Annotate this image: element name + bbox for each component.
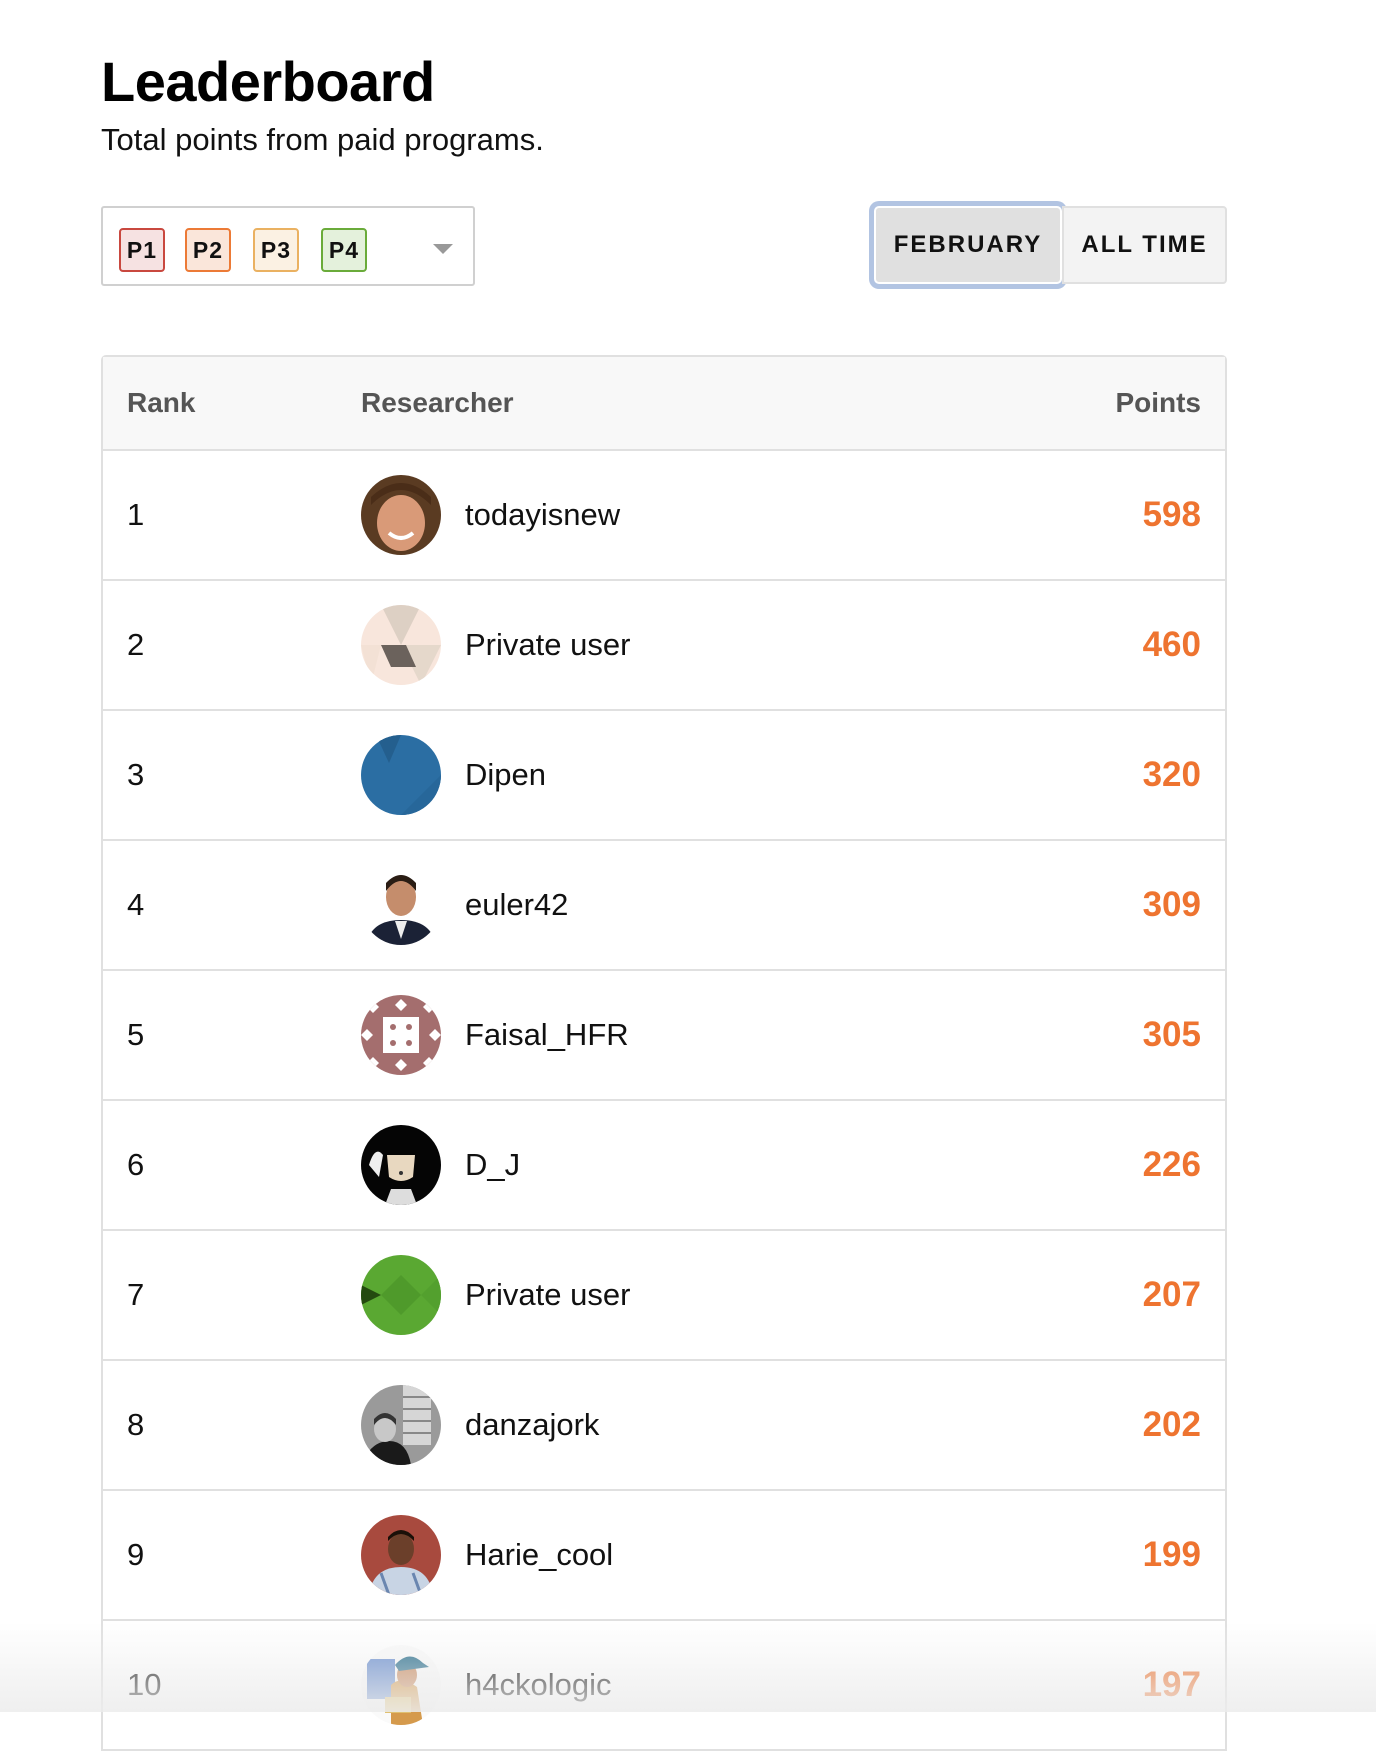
severity-pill-p1[interactable]: P1	[119, 228, 165, 272]
points-value: 320	[1142, 755, 1201, 794]
points-value: 207	[1142, 1275, 1201, 1314]
rank-cell: 3	[127, 757, 145, 792]
avatar[interactable]	[361, 605, 441, 685]
rank-cell: 7	[127, 1277, 145, 1312]
points-value: 305	[1142, 1015, 1201, 1054]
table-row: 10 h4ckologic 197	[103, 1621, 1225, 1751]
february-button[interactable]: FEBRUARY	[874, 206, 1062, 284]
points-value: 309	[1142, 885, 1201, 924]
rank-cell: 6	[127, 1147, 145, 1182]
table-row: 7 Private user 207	[103, 1231, 1225, 1361]
table-row: 3 Dipen 320	[103, 711, 1225, 841]
avatar[interactable]	[361, 1515, 441, 1595]
page-subtitle: Total points from paid programs.	[101, 122, 544, 157]
avatar[interactable]	[361, 995, 441, 1075]
rank-cell: 9	[127, 1537, 145, 1572]
rank-cell: 8	[127, 1407, 145, 1442]
avatar[interactable]	[361, 1385, 441, 1465]
column-header-points: Points	[1115, 387, 1201, 418]
points-value: 598	[1142, 495, 1201, 534]
points-value: 460	[1142, 625, 1201, 664]
rank-cell: 2	[127, 627, 145, 662]
severity-pill-p3[interactable]: P3	[253, 228, 299, 272]
rank-cell: 10	[127, 1667, 162, 1702]
table-row: 8 danzajork 202	[103, 1361, 1225, 1491]
severity-pill-p2[interactable]: P2	[185, 228, 231, 272]
points-value: 199	[1142, 1535, 1201, 1574]
avatar[interactable]	[361, 1255, 441, 1335]
avatar[interactable]	[361, 735, 441, 815]
researcher-name-link[interactable]: h4ckologic	[465, 1621, 611, 1749]
page-title: Leaderboard	[101, 50, 435, 113]
avatar[interactable]	[361, 1125, 441, 1205]
caret-down-icon[interactable]	[433, 244, 453, 254]
table-row: 1 todayisnew 598	[103, 451, 1225, 581]
table-header: Rank Researcher Points	[103, 357, 1225, 451]
period-toggle: FEBRUARY ALL TIME	[874, 206, 1227, 284]
researcher-name-link[interactable]: danzajork	[465, 1361, 599, 1489]
severity-filter-dropdown[interactable]: P1 P2 P3 P4	[101, 206, 475, 286]
column-header-researcher: Researcher	[361, 387, 514, 418]
rank-cell: 5	[127, 1017, 145, 1052]
table-body: 1 todayisnew 598 2 Private user 460 3 Dipen 320 4…	[103, 451, 1225, 1751]
table-row: 4 euler42 309	[103, 841, 1225, 971]
points-value: 202	[1142, 1405, 1201, 1444]
researcher-name-link[interactable]: Dipen	[465, 711, 546, 839]
table-row: 2 Private user 460	[103, 581, 1225, 711]
avatar[interactable]	[361, 1645, 441, 1725]
researcher-name-link[interactable]: D_J	[465, 1101, 520, 1229]
severity-pill-p4[interactable]: P4	[321, 228, 367, 272]
all-time-button[interactable]: ALL TIME	[1062, 206, 1227, 284]
researcher-name-link[interactable]: todayisnew	[465, 451, 620, 579]
rank-cell: 1	[127, 497, 145, 532]
table-row: 5 Faisal_HFR 305	[103, 971, 1225, 1101]
table-row: 9 Harie_cool 199	[103, 1491, 1225, 1621]
avatar[interactable]	[361, 865, 441, 945]
researcher-name-link[interactable]: Private user	[465, 1231, 630, 1359]
points-value: 197	[1142, 1665, 1201, 1704]
researcher-name-link[interactable]: Faisal_HFR	[465, 971, 629, 1099]
column-header-rank: Rank	[127, 387, 196, 418]
points-value: 226	[1142, 1145, 1201, 1184]
researcher-name-link[interactable]: euler42	[465, 841, 568, 969]
avatar[interactable]	[361, 475, 441, 555]
rank-cell: 4	[127, 887, 145, 922]
researcher-name-link[interactable]: Harie_cool	[465, 1491, 613, 1619]
leaderboard-table: Rank Researcher Points 1 todayisnew 598 2 Pr…	[101, 355, 1227, 1751]
table-row: 6 D_J 226	[103, 1101, 1225, 1231]
researcher-name-link[interactable]: Private user	[465, 581, 630, 709]
